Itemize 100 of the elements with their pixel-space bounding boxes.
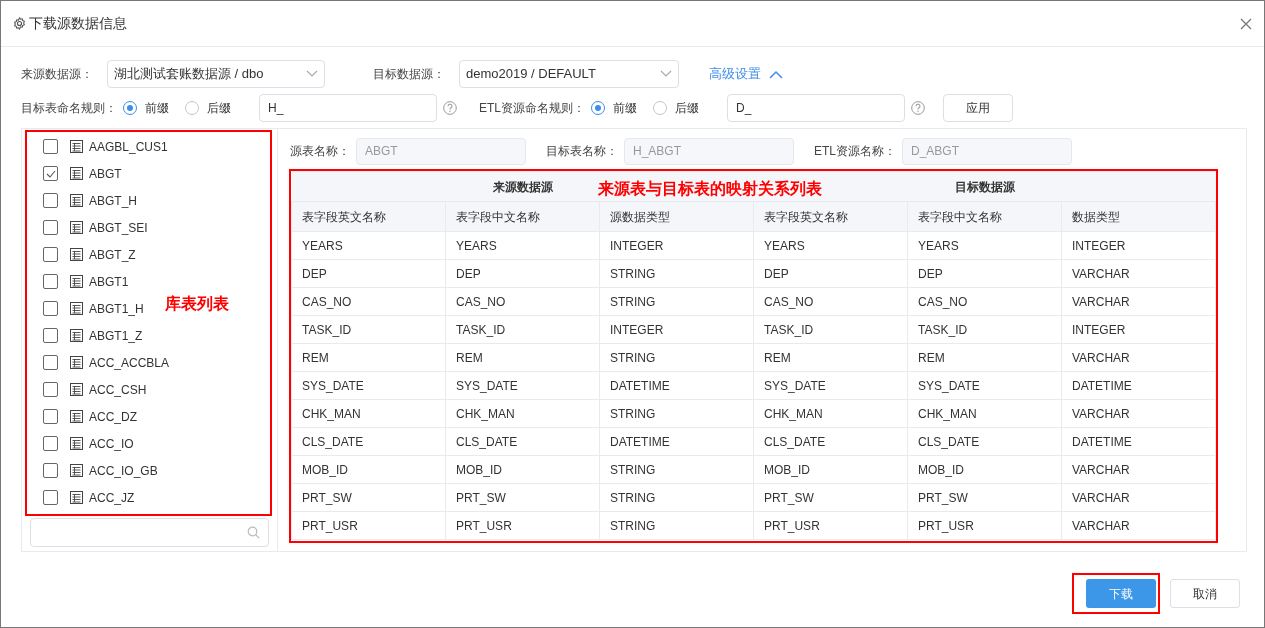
table-cell: TASK_ID	[291, 315, 446, 344]
checkbox[interactable]	[43, 274, 58, 289]
table-name[interactable]: ABGT_SEI	[89, 218, 148, 237]
table-cell: PRT_SW	[445, 483, 600, 512]
table-icon	[70, 491, 83, 504]
table-icon	[70, 194, 83, 207]
table-name[interactable]: ACC_IO_GB	[89, 461, 158, 480]
table-cell: SYS_DATE	[907, 371, 1062, 400]
table-name[interactable]: ABGT1_H	[89, 299, 144, 318]
table-name[interactable]: ACC_DZ	[89, 407, 137, 426]
table-cell: PRT_USR	[445, 511, 600, 540]
table-cell: PRT_USR	[291, 511, 446, 540]
table-cell: VARCHAR	[1061, 259, 1216, 288]
table-cell: CLS_DATE	[291, 427, 446, 456]
table-cell: REM	[445, 343, 600, 372]
table-cell: STRING	[599, 287, 754, 316]
checkbox[interactable]	[43, 301, 58, 316]
annotation-label: 库表列表	[165, 294, 229, 314]
checkbox[interactable]	[43, 139, 58, 154]
table-cell: YEARS	[291, 231, 446, 260]
table-cell: INTEGER	[1061, 231, 1216, 260]
table-cell: YEARS	[753, 231, 908, 260]
table-name[interactable]: ACC_ACCBLA	[89, 353, 170, 372]
table-cell: DEP	[291, 259, 446, 288]
table-cell: SYS_DATE	[445, 371, 600, 400]
table-cell: VARCHAR	[1061, 455, 1216, 484]
table-icon	[70, 437, 83, 450]
checkbox[interactable]	[43, 463, 58, 478]
table-cell: INTEGER	[599, 231, 754, 260]
checkbox[interactable]	[43, 355, 58, 370]
chevron-down-icon	[306, 70, 318, 78]
table-cell: VARCHAR	[1061, 511, 1216, 540]
table-icon	[70, 410, 83, 423]
table-name[interactable]: AAGBL_CUS1	[89, 137, 168, 156]
advanced-settings-link[interactable]: 高级设置	[697, 64, 783, 84]
field-label: ETL资源命名规则：	[479, 100, 585, 117]
table-icon	[70, 302, 83, 315]
checkbox[interactable]	[43, 409, 58, 424]
search-field[interactable]	[30, 518, 269, 547]
table-cell: CAS_NO	[907, 287, 1062, 316]
checkbox[interactable]	[43, 436, 58, 451]
table-name[interactable]: ACC_IO	[89, 434, 134, 453]
table-cell: CHK_MAN	[907, 399, 1062, 428]
table-cell: PRT_USR	[907, 511, 1062, 540]
table-cell: DATETIME	[599, 427, 754, 456]
table-name[interactable]: ABGT_Z	[89, 245, 136, 264]
table-cell: VARCHAR	[1061, 343, 1216, 372]
table-name[interactable]: ACC_CSH	[89, 380, 147, 399]
checkbox[interactable]	[43, 193, 58, 208]
checkbox[interactable]	[43, 247, 58, 262]
table-name[interactable]: ABGT1_Z	[89, 326, 143, 345]
checkbox[interactable]	[43, 328, 58, 343]
table-cell: YEARS	[907, 231, 1062, 260]
table-cell: REM	[907, 343, 1062, 372]
table-cell: PRT_SW	[907, 483, 1062, 512]
table-cell: REM	[291, 343, 446, 372]
prefix-input[interactable]: D_	[727, 94, 905, 122]
table-icon	[70, 140, 83, 153]
table-cell: STRING	[599, 455, 754, 484]
prefix-input[interactable]: H_	[259, 94, 437, 122]
checkbox[interactable]	[43, 166, 58, 181]
radio-option[interactable]: 前缀	[591, 99, 637, 117]
chevron-down-icon	[660, 70, 672, 78]
table-cell: CAS_NO	[445, 287, 600, 316]
annotation-label: 来源表与目标表的映射关系列表	[598, 179, 822, 199]
field-label: 目标数据源：	[373, 66, 445, 83]
table-icon	[70, 167, 83, 180]
table-cell: STRING	[599, 343, 754, 372]
dialog-title: 下载源数据信息	[29, 14, 127, 33]
close-button[interactable]	[1240, 17, 1252, 30]
column-header: 数据类型	[1061, 201, 1216, 232]
apply-button[interactable]: 应用	[943, 94, 1013, 122]
table-name[interactable]: ABGT	[89, 164, 122, 183]
table-cell: MOB_ID	[753, 455, 908, 484]
table-cell: DATETIME	[1061, 427, 1216, 456]
readonly-field: H_ABGT	[624, 137, 794, 165]
checkbox[interactable]	[43, 220, 58, 235]
table-cell: CHK_MAN	[291, 399, 446, 428]
target-select[interactable]: demo2019 / DEFAULT	[459, 60, 679, 88]
table-icon	[70, 248, 83, 261]
table-cell: STRING	[599, 511, 754, 540]
table-name[interactable]: ACC_JZ	[89, 488, 135, 507]
table-icon	[70, 275, 83, 288]
table-name[interactable]: ABGT_H	[89, 191, 137, 210]
table-cell: CLS_DATE	[907, 427, 1062, 456]
radio-option[interactable]: 前缀	[123, 99, 169, 117]
table-cell: VARCHAR	[1061, 399, 1216, 428]
source-select[interactable]: 湖北测试套账数据源 / dbo	[107, 60, 325, 88]
checkbox[interactable]	[43, 490, 58, 505]
checkbox[interactable]	[43, 382, 58, 397]
column-header: 表字段英文名称	[753, 201, 908, 232]
table-cell: SYS_DATE	[291, 371, 446, 400]
table-name[interactable]: ABGT1	[89, 272, 129, 291]
table-cell: VARCHAR	[1061, 287, 1216, 316]
table-cell: CAS_NO	[753, 287, 908, 316]
radio-option[interactable]: 后缀	[653, 99, 699, 117]
help-icon	[443, 101, 457, 115]
radio-option[interactable]: 后缀	[185, 99, 231, 117]
table-cell: STRING	[599, 399, 754, 428]
cancel-button[interactable]: 取消	[1170, 579, 1240, 608]
